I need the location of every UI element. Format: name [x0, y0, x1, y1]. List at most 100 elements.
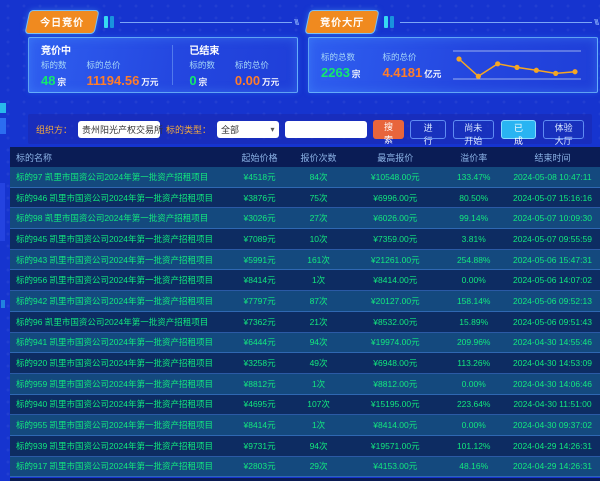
cell-bid-count: 94次	[289, 440, 348, 452]
cell-end-time: 2024-04-30 14:53:09	[505, 358, 600, 368]
cell-highest-bid: ¥20127.00元	[348, 295, 442, 307]
cell-highest-bid: ¥6948.00元	[348, 357, 442, 369]
cell-end-time: 2024-04-30 14:06:46	[505, 379, 600, 389]
table-row[interactable]: 标的941 凯里市国资公司2024年第一批资产招租项目¥6444元94次¥199…	[10, 333, 600, 354]
table-row[interactable]: 标的98 凯里市国资公司2024年第一批资产招租项目¥3026元27次¥6026…	[10, 208, 600, 229]
cell-bid-count: 84次	[289, 171, 348, 183]
cell-end-time: 2024-04-29 14:26:31	[505, 441, 600, 451]
filter-bar: 组织方： 贵州阳光产权交易所 ▾ 标的类型： 全部 ▾ 搜索 进行中 尚未开始 …	[28, 114, 592, 144]
organizer-select[interactable]: 贵州阳光产权交易所 ▾	[78, 121, 160, 138]
lot-count-label: 标的数	[41, 59, 67, 71]
lot-total-value: 11194.56	[87, 73, 140, 88]
table-row[interactable]: 标的955 凯里市国资公司2024年第一批资产招租项目¥8414元1次¥8414…	[10, 415, 600, 436]
ended-count-value: 0	[189, 73, 196, 88]
cell-premium-rate: 101.12%	[442, 441, 505, 451]
cell-premium-rate: 0.00%	[442, 379, 505, 389]
tab-today-bidding[interactable]: 今日竞价	[26, 11, 99, 33]
cell-bid-count: 1次	[289, 274, 348, 286]
table-row[interactable]: 标的920 凯里市国资公司2024年第一批资产招租项目¥3258元49次¥694…	[10, 353, 600, 374]
cell-premium-rate: 80.50%	[442, 193, 505, 203]
cell-premium-rate: 15.89%	[442, 317, 505, 327]
cell-start-price: ¥7089元	[230, 233, 289, 245]
table-row[interactable]: 标的956 凯里市国资公司2024年第一批资产招租项目¥8414元1次¥8414…	[10, 270, 600, 291]
cell-highest-bid: ¥7359.00元	[348, 233, 442, 245]
hall-count-unit: 宗	[352, 68, 361, 80]
cell-start-price: ¥8414元	[230, 274, 289, 286]
cell-highest-bid: ¥15195.00元	[348, 398, 442, 410]
lot-total-unit: 万元	[141, 76, 158, 88]
cell-highest-bid: ¥4153.00元	[348, 460, 442, 472]
table-row[interactable]: 标的917 凯里市国资公司2024年第一批资产招租项目¥2803元29次¥415…	[10, 457, 600, 478]
cell-end-time: 2024-04-29 14:26:31	[505, 461, 600, 471]
decor-square-cyan	[0, 103, 6, 113]
search-button[interactable]: 搜索	[373, 120, 405, 139]
table-row[interactable]: 标的945 凯里市国资公司2024年第一批资产招租项目¥7089元10次¥735…	[10, 229, 600, 250]
cell-highest-bid: ¥8414.00元	[348, 419, 442, 431]
tab-bidding-hall[interactable]: 竞价大厅	[306, 11, 379, 33]
header-end-time: 结束时间	[505, 151, 600, 164]
cell-bid-count: 21次	[289, 316, 348, 328]
cell-bid-count: 27次	[289, 212, 348, 224]
cell-premium-rate: 223.64%	[442, 399, 505, 409]
cell-bid-count: 107次	[289, 398, 348, 410]
tab-today-bidding-label: 今日竞价	[40, 14, 84, 29]
filter-button-experience-hall[interactable]: 体验大厅	[543, 120, 584, 139]
cell-start-price: ¥7797元	[230, 295, 289, 307]
section-in-bidding-title: 竞价中	[41, 42, 158, 57]
cell-highest-bid: ¥8414.00元	[348, 274, 442, 286]
cell-start-price: ¥7362元	[230, 316, 289, 328]
cell-highest-bid: ¥6026.00元	[348, 212, 442, 224]
cell-end-time: 2024-05-08 10:47:11	[505, 172, 600, 182]
cell-bid-count: 10次	[289, 233, 348, 245]
table-header: 标的名称 起始价格 报价次数 最高报价 溢价率 结束时间	[10, 147, 600, 167]
cell-start-price: ¥4695元	[230, 398, 289, 410]
table-body: 标的97 凯里市国资公司2024年第一批资产招租项目¥4518元84次¥1054…	[10, 167, 600, 477]
cell-premium-rate: 254.88%	[442, 255, 505, 265]
cell-lot-name: 标的941 凯里市国资公司2024年第一批资产招租项目	[10, 336, 230, 348]
cell-end-time: 2024-05-06 09:51:43	[505, 317, 600, 327]
table-row[interactable]: 标的946 凯里市国资公司2024年第一批资产招租项目¥3876元75次¥699…	[10, 188, 600, 209]
chevron-down-icon: ▾	[271, 125, 275, 134]
cell-end-time: 2024-05-07 15:16:16	[505, 193, 600, 203]
bidding-hall-panel: 竞价大厅 \\\ 标的总数 2263宗 标的总价 4.4181亿元	[308, 12, 598, 93]
cell-premium-rate: 209.96%	[442, 337, 505, 347]
hall-total-unit: 亿元	[424, 68, 441, 80]
filter-button-not-started[interactable]: 尚未开始	[453, 120, 494, 139]
table-row[interactable]: 标的939 凯里市国资公司2024年第一批资产招租项目¥9731元94次¥195…	[10, 436, 600, 457]
cell-start-price: ¥4518元	[230, 171, 289, 183]
ended-total-value: 0.00	[235, 73, 260, 88]
lot-type-select[interactable]: 全部 ▾	[217, 121, 279, 138]
cell-highest-bid: ¥19571.00元	[348, 440, 442, 452]
cell-premium-rate: 48.16%	[442, 461, 505, 471]
ended-count-unit: 宗	[199, 76, 208, 88]
cell-premium-rate: 0.00%	[442, 420, 505, 430]
table-row[interactable]: 标的942 凯里市国资公司2024年第一批资产招租项目¥7797元87次¥201…	[10, 291, 600, 312]
table-row[interactable]: 标的943 凯里市国资公司2024年第一批资产招租项目¥5991元161次¥21…	[10, 250, 600, 271]
cell-end-time: 2024-04-30 14:55:46	[505, 337, 600, 347]
cell-highest-bid: ¥10548.00元	[348, 171, 442, 183]
cell-lot-name: 标的917 凯里市国资公司2024年第一批资产招租项目	[10, 460, 230, 472]
filter-button-in-progress[interactable]: 进行中	[410, 120, 446, 139]
cell-highest-bid: ¥19974.00元	[348, 336, 442, 348]
table-row[interactable]: 标的959 凯里市国资公司2024年第一批资产招租项目¥8812元1次¥8812…	[10, 374, 600, 395]
lot-type-label: 标的类型：	[166, 123, 211, 136]
cell-start-price: ¥8812元	[230, 378, 289, 390]
cell-start-price: ¥3026元	[230, 212, 289, 224]
lot-count-unit: 宗	[57, 76, 66, 88]
cell-end-time: 2024-05-06 14:07:02	[505, 275, 600, 285]
cell-highest-bid: ¥8532.00元	[348, 316, 442, 328]
search-input[interactable]	[285, 121, 367, 138]
cell-bid-count: 87次	[289, 295, 348, 307]
tab-bidding-hall-label: 竞价大厅	[320, 14, 364, 29]
lot-count-value: 48	[41, 73, 55, 88]
section-ended: 已结束 标的数 0宗 标的总价 0.00万元	[189, 42, 279, 88]
table-row[interactable]: 标的96 凯里市国资公司2024年第一批资产招租项目¥7362元21次¥8532…	[10, 312, 600, 333]
table-row[interactable]: 标的940 凯里市国资公司2024年第一批资产招租项目¥4695元107次¥15…	[10, 395, 600, 416]
cell-lot-name: 标的959 凯里市国资公司2024年第一批资产招租项目	[10, 378, 230, 390]
cell-lot-name: 标的96 凯里市国资公司2024年第一批资产招租项目	[10, 316, 230, 328]
cell-lot-name: 标的920 凯里市国资公司2024年第一批资产招租项目	[10, 357, 230, 369]
trend-line-chart	[449, 43, 585, 87]
filter-button-completed[interactable]: 已成交	[501, 120, 537, 139]
cell-start-price: ¥5991元	[230, 254, 289, 266]
table-row[interactable]: 标的97 凯里市国资公司2024年第一批资产招租项目¥4518元84次¥1054…	[10, 167, 600, 188]
